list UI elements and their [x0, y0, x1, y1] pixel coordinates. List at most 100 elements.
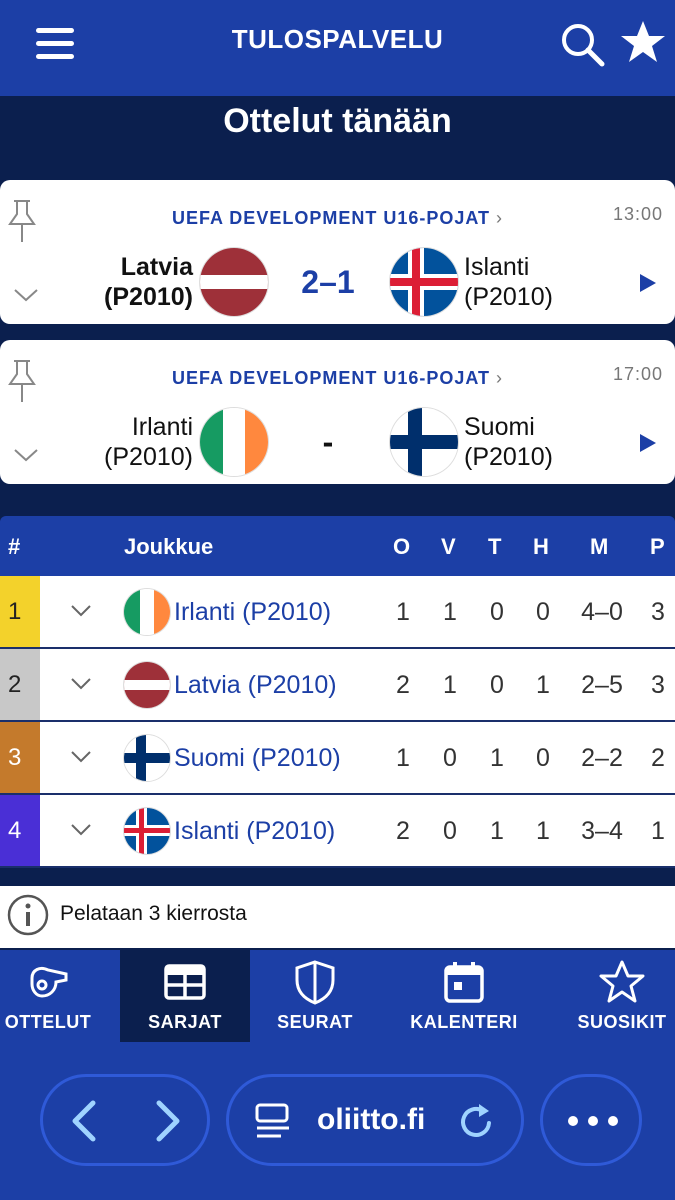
- rank-badge: 3: [0, 722, 40, 793]
- team-name-link[interactable]: Irlanti (P2010): [174, 598, 331, 627]
- nav-buttons: [40, 1074, 210, 1166]
- points: 1: [651, 817, 665, 845]
- match-time: 13:00: [612, 204, 663, 224]
- goals: 2–2: [581, 744, 623, 772]
- rank-badge: 4: [0, 795, 40, 866]
- shield-icon: [295, 960, 335, 1005]
- page-title: Ottelut tänään: [223, 102, 452, 140]
- tab-sarjat[interactable]: SARJAT: [120, 950, 250, 1042]
- tab-ottelut[interactable]: OTTELUT: [0, 950, 96, 1042]
- table-icon: [164, 964, 206, 1000]
- iceland-flag-icon: [124, 808, 170, 854]
- tab-label: OTTELUT: [4, 1012, 92, 1032]
- latvia-flag-icon: [124, 662, 170, 708]
- play-icon[interactable]: [638, 272, 658, 294]
- goals: 2–5: [581, 671, 623, 699]
- competition-link[interactable]: UEFA DEVELOPMENT U16-POJAT ›: [0, 208, 675, 229]
- reader-icon[interactable]: [253, 1101, 293, 1141]
- played: 2: [396, 671, 410, 699]
- header-wins: V: [441, 534, 456, 559]
- ireland-flag-icon: [124, 589, 170, 635]
- standings-table: # Joukkue O V T H M P 1 Irlanti (P2010) …: [0, 516, 675, 868]
- chevron-down-icon[interactable]: [70, 750, 92, 764]
- url-text: oliitto.fi: [317, 1103, 426, 1136]
- back-icon[interactable]: [65, 1099, 105, 1143]
- played: 2: [396, 817, 410, 845]
- home-team[interactable]: Irlanti (P2010): [104, 412, 193, 472]
- home-team-group: (P2010): [104, 443, 193, 471]
- table-row[interactable]: 2 Latvia (P2010) 2 1 0 1 2–5 3: [0, 649, 675, 722]
- played: 1: [396, 598, 410, 626]
- wins: 0: [443, 817, 457, 845]
- top-bar: TULOSPALVELU: [0, 0, 675, 96]
- star-outline-icon: [599, 960, 645, 1003]
- chevron-down-icon[interactable]: [12, 286, 40, 304]
- calendar-icon: [444, 962, 484, 1003]
- whistle-icon: [30, 966, 68, 998]
- bottom-tab-bar: OTTELUT SARJAT SEURAT KALENTERI SUOSIKIT: [0, 950, 675, 1042]
- table-row[interactable]: 1 Irlanti (P2010) 1 1 0 0 4–0 3: [0, 576, 675, 649]
- iceland-flag-icon: [390, 248, 458, 316]
- more-icon: [568, 1116, 618, 1126]
- chevron-down-icon[interactable]: [12, 446, 40, 464]
- table-row[interactable]: 3 Suomi (P2010) 1 0 1 0 2–2 2: [0, 722, 675, 795]
- wins: 1: [443, 598, 457, 626]
- tab-suosikit[interactable]: SUOSIKIT: [572, 950, 672, 1042]
- goals: 4–0: [581, 598, 623, 626]
- rank-badge: 1: [0, 576, 40, 647]
- search-icon[interactable]: [558, 20, 606, 68]
- home-team[interactable]: Latvia (P2010): [104, 252, 193, 312]
- table-row[interactable]: 4 Islanti (P2010) 2 0 1 1 3–4 1: [0, 795, 675, 868]
- team-name-link[interactable]: Suomi (P2010): [174, 744, 341, 773]
- info-bar: Pelataan 3 kierrosta: [0, 886, 675, 948]
- wins: 0: [443, 744, 457, 772]
- chevron-down-icon[interactable]: [70, 604, 92, 618]
- tab-label: SARJAT: [148, 1012, 222, 1032]
- chevron-down-icon[interactable]: [70, 677, 92, 691]
- home-team-group: (P2010): [104, 283, 193, 311]
- play-icon[interactable]: [638, 432, 658, 454]
- tab-seurat[interactable]: SEURAT: [262, 950, 368, 1042]
- header-goals: M: [590, 534, 609, 559]
- info-text: Pelataan 3 kierrosta: [60, 902, 247, 925]
- tab-label: KALENTERI: [410, 1012, 518, 1032]
- played: 1: [396, 744, 410, 772]
- forward-icon[interactable]: [147, 1099, 187, 1143]
- match-card[interactable]: UEFA DEVELOPMENT U16-POJAT › 13:00 Latvia…: [0, 180, 675, 324]
- home-team-name: Irlanti: [131, 413, 193, 441]
- tab-kalenteri[interactable]: KALENTERI: [404, 950, 524, 1042]
- points: 3: [651, 598, 665, 626]
- away-team-group: (P2010): [464, 283, 553, 311]
- favorites-star-icon[interactable]: [618, 18, 668, 68]
- header-points: P: [650, 534, 665, 559]
- points: 3: [651, 671, 665, 699]
- header-draws: T: [488, 534, 502, 559]
- finland-flag-icon: [390, 408, 458, 476]
- ireland-flag-icon: [200, 408, 268, 476]
- points: 2: [651, 744, 665, 772]
- reload-icon[interactable]: [455, 1101, 497, 1143]
- url-bar[interactable]: oliitto.fi: [226, 1074, 524, 1166]
- team-name-link[interactable]: Islanti (P2010): [174, 817, 335, 846]
- away-team-name: Suomi: [464, 413, 535, 441]
- chevron-down-icon[interactable]: [70, 823, 92, 837]
- losses: 1: [536, 817, 550, 845]
- away-team-group: (P2010): [464, 443, 553, 471]
- away-team[interactable]: Suomi (P2010): [464, 412, 553, 472]
- header-team: Joukkue: [124, 534, 214, 559]
- latvia-flag-icon: [200, 248, 268, 316]
- losses: 0: [536, 598, 550, 626]
- home-team-name: Latvia: [120, 253, 193, 281]
- losses: 0: [536, 744, 550, 772]
- team-name-link[interactable]: Latvia (P2010): [174, 671, 337, 700]
- match-score: 2–1: [301, 264, 355, 300]
- standings-header: # Joukkue O V T H M P: [0, 516, 675, 576]
- chevron-right-icon: ›: [496, 208, 504, 228]
- competition-link[interactable]: UEFA DEVELOPMENT U16-POJAT ›: [0, 368, 675, 389]
- draws: 1: [490, 817, 504, 845]
- match-card[interactable]: UEFA DEVELOPMENT U16-POJAT › 17:00 Irlant…: [0, 340, 675, 484]
- away-team[interactable]: Islanti (P2010): [464, 252, 553, 312]
- match-time: 17:00: [612, 364, 663, 384]
- chevron-right-icon: ›: [496, 368, 504, 388]
- more-button[interactable]: [540, 1074, 642, 1166]
